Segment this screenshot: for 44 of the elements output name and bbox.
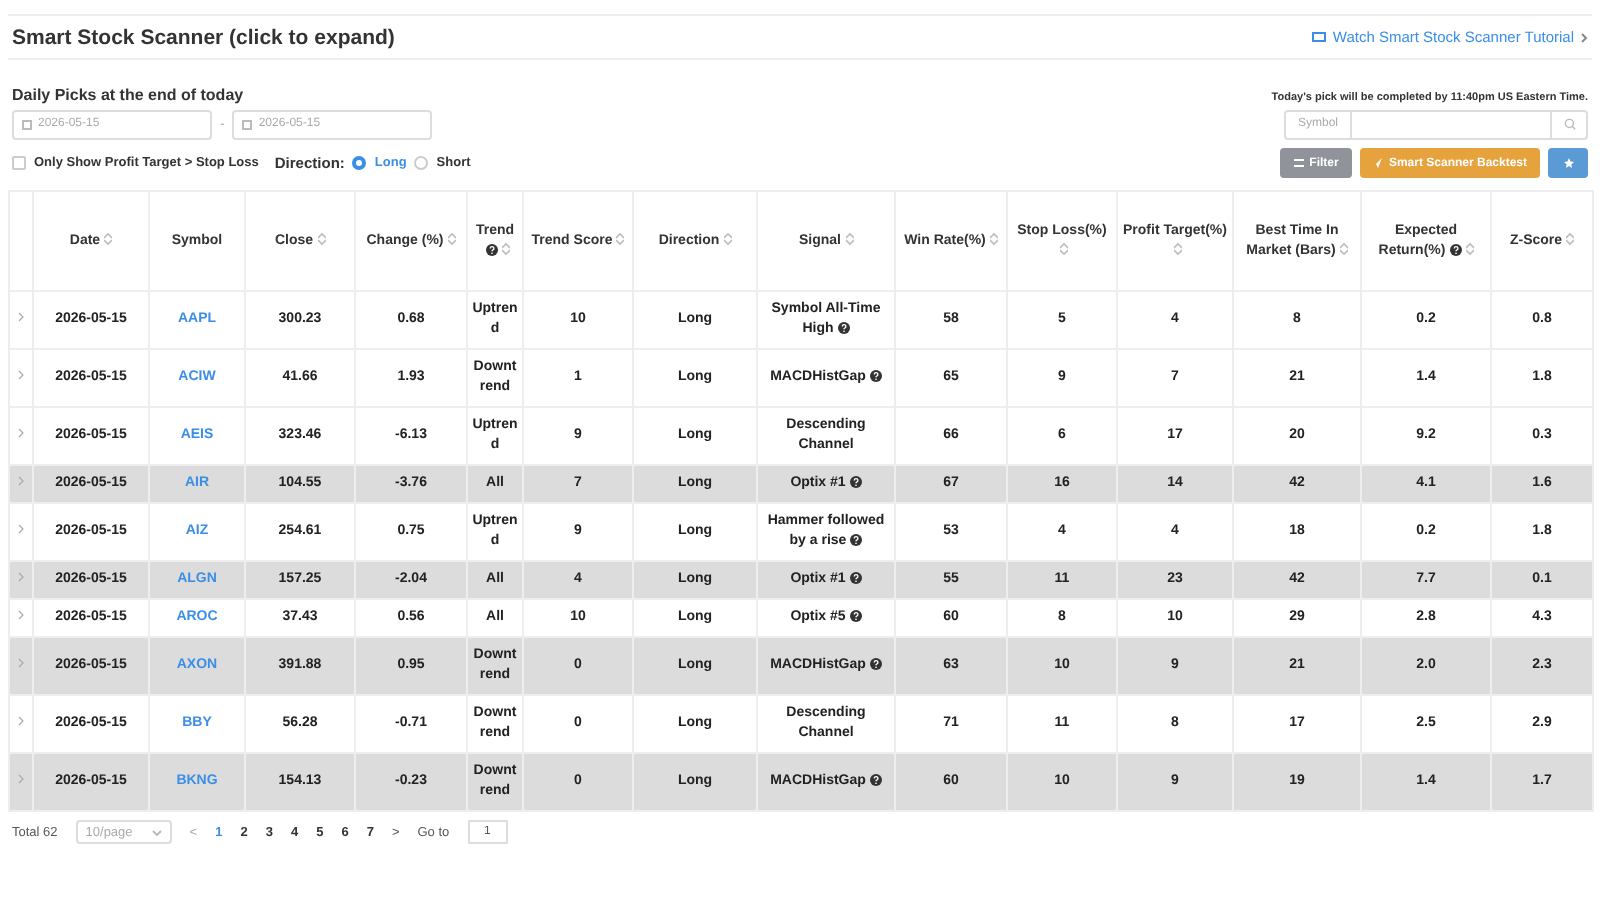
help-icon <box>869 774 882 787</box>
direction-radio[interactable] <box>414 156 429 170</box>
help-icon <box>1449 243 1462 256</box>
sort-icon[interactable] <box>317 232 326 247</box>
star-icon <box>1563 158 1573 168</box>
help-icon <box>869 370 882 383</box>
search-icon[interactable] <box>1563 118 1575 130</box>
expand-icon[interactable] <box>18 476 24 486</box>
expand-icon[interactable] <box>18 774 24 784</box>
sort-icon[interactable] <box>1566 232 1575 247</box>
sort-icon[interactable] <box>1173 242 1181 257</box>
direction-radio[interactable] <box>352 156 367 170</box>
expand-icon[interactable] <box>18 610 24 620</box>
profit-filter-checkbox[interactable] <box>12 156 26 170</box>
sort-icon[interactable] <box>1339 242 1348 257</box>
expand-icon[interactable] <box>18 524 24 534</box>
sort-icon[interactable] <box>104 232 113 247</box>
sort-icon[interactable] <box>989 232 998 247</box>
help-icon <box>485 243 497 256</box>
expand-icon[interactable] <box>18 572 24 582</box>
help-icon <box>869 658 882 671</box>
expand-icon[interactable] <box>18 428 24 438</box>
sort-icon[interactable] <box>1465 242 1474 257</box>
expand-icon[interactable] <box>18 312 24 322</box>
chevron-down-icon <box>151 829 162 835</box>
chevron-right-icon <box>1580 31 1588 43</box>
expand-icon[interactable] <box>18 658 24 668</box>
sort-icon[interactable] <box>447 232 456 247</box>
expand-icon[interactable] <box>18 370 24 380</box>
expand-icon[interactable] <box>18 716 24 726</box>
help-icon <box>850 534 863 547</box>
help-icon <box>849 476 862 489</box>
sort-icon[interactable] <box>845 232 853 247</box>
help-icon <box>849 610 862 623</box>
page-title[interactable]: Smart Stock Scanner (click to expand) <box>12 25 395 49</box>
sort-icon[interactable] <box>616 232 625 247</box>
sliders-icon <box>1293 158 1304 168</box>
star-button[interactable] <box>1548 148 1588 178</box>
section-subtitle: Daily Picks at the end of today <box>12 86 244 104</box>
sort-icon[interactable] <box>1060 242 1068 257</box>
sort-icon[interactable] <box>723 232 732 247</box>
help-icon <box>837 322 850 335</box>
sort-icon[interactable] <box>501 242 509 257</box>
help-icon <box>849 572 862 585</box>
